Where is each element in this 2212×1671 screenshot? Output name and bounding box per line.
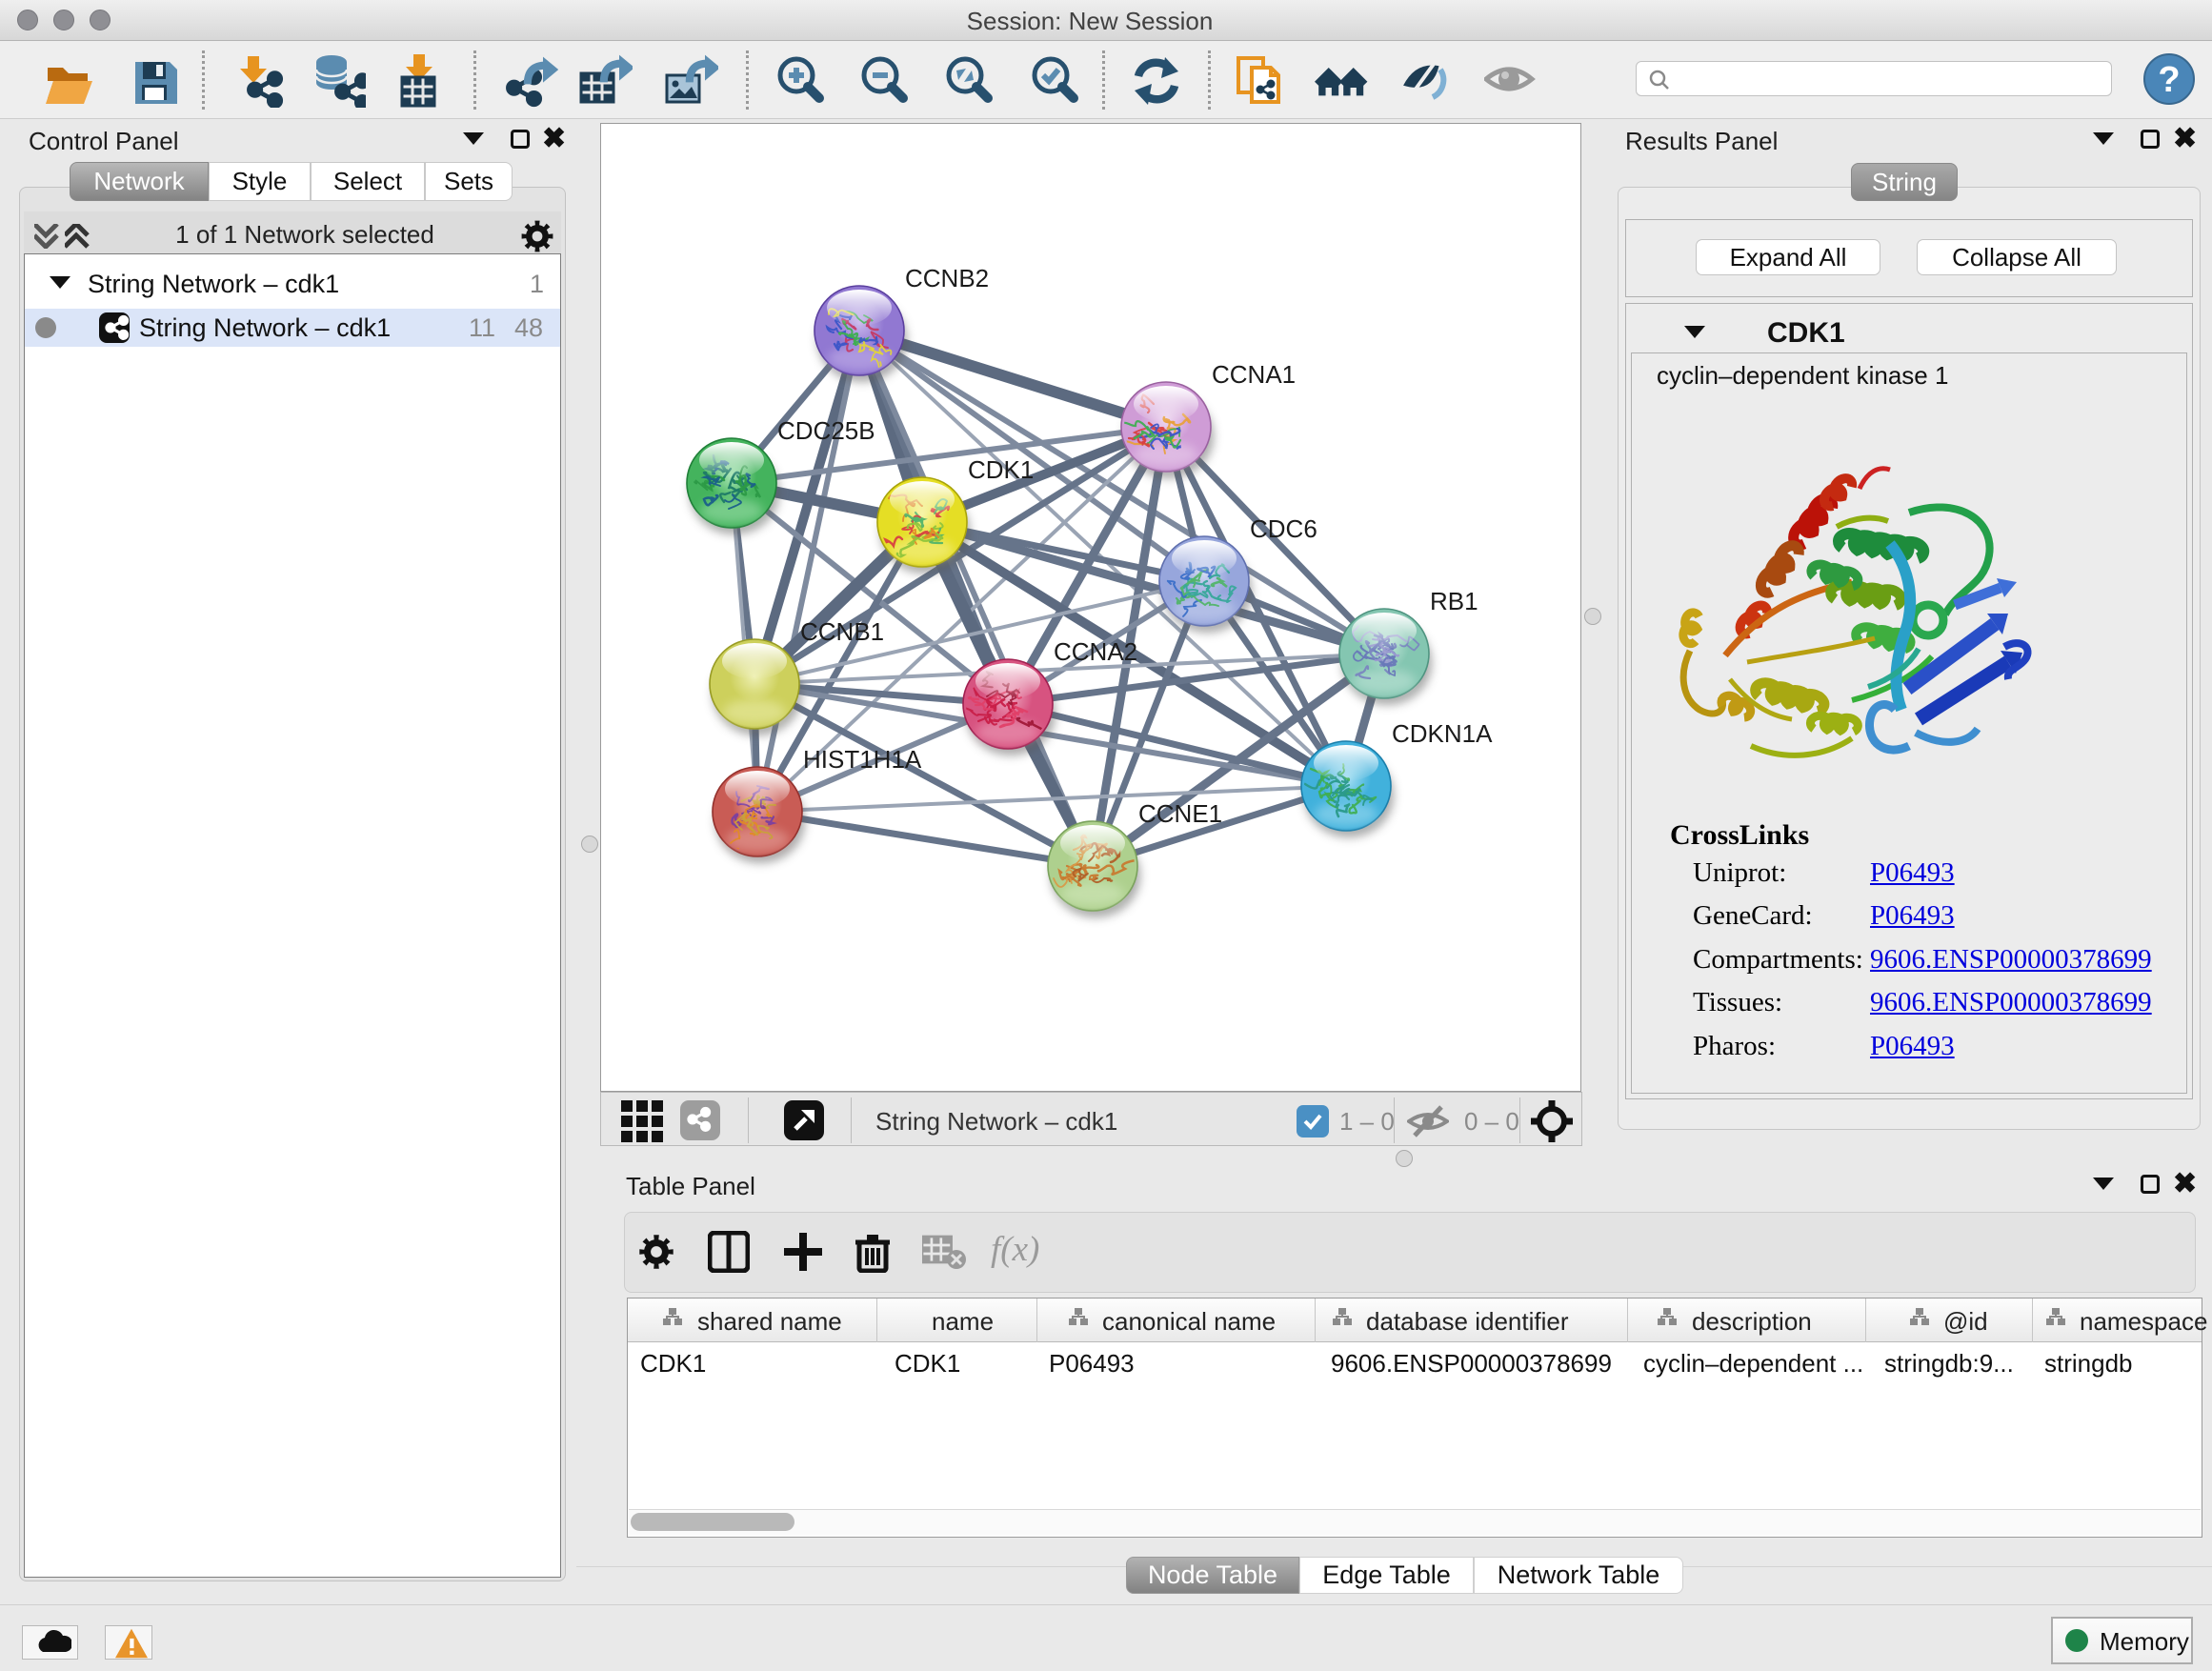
svg-text:RB1: RB1 xyxy=(1430,587,1478,615)
svg-text:CCNE1: CCNE1 xyxy=(1138,799,1222,828)
svg-text:CCNB1: CCNB1 xyxy=(800,617,884,646)
svg-text:CCNB2: CCNB2 xyxy=(905,264,989,292)
svg-text:?: ? xyxy=(2158,60,2180,100)
svg-text:CDKN1A: CDKN1A xyxy=(1392,719,1493,748)
svg-text:CDC6: CDC6 xyxy=(1250,514,1317,543)
svg-text:HIST1H1A: HIST1H1A xyxy=(803,745,922,774)
svg-text:CDC25B: CDC25B xyxy=(777,416,875,445)
svg-text:CDK1: CDK1 xyxy=(968,455,1034,484)
svg-text:CCNA1: CCNA1 xyxy=(1212,360,1296,389)
svg-text:CCNA2: CCNA2 xyxy=(1054,637,1137,666)
